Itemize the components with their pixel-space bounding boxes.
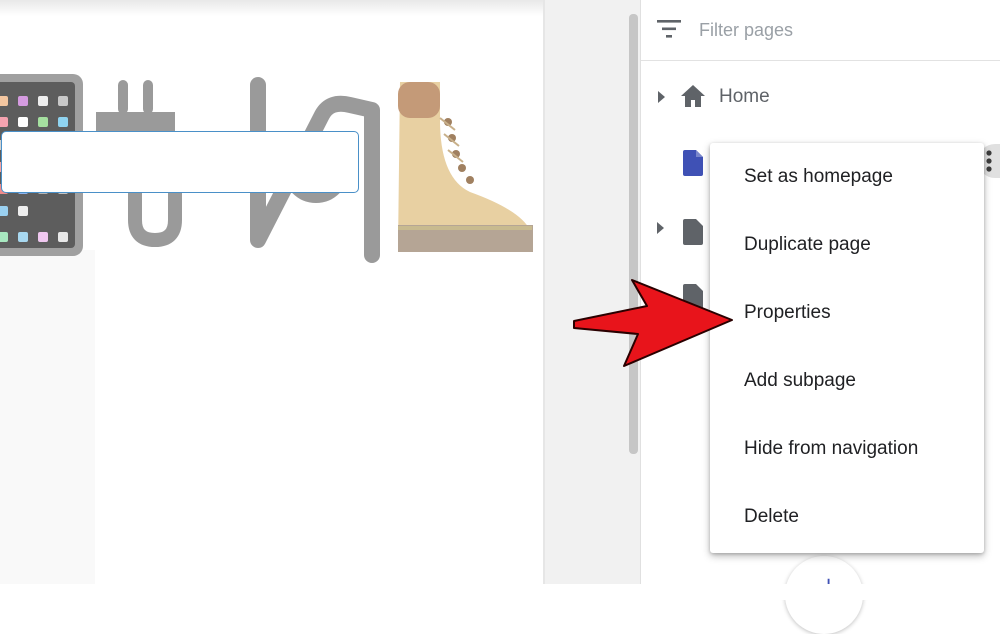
canvas-top-shadow [0, 0, 543, 16]
page-item-label-home[interactable]: Home [719, 86, 770, 108]
page-context-menu: Set as homepage Duplicate page Propertie… [710, 143, 984, 553]
menu-item-properties[interactable]: Properties [710, 279, 984, 347]
filter-icon[interactable] [657, 18, 683, 40]
expand-arrow-icon[interactable] [657, 222, 664, 234]
menu-item-set-as-homepage[interactable]: Set as homepage [710, 143, 984, 211]
page-icon [683, 150, 703, 176]
filter-bar [641, 0, 1000, 61]
menu-item-hide-from-navigation[interactable]: Hide from navigation [710, 415, 984, 483]
bottom-edge [0, 584, 1000, 600]
red-arrow-annotation [573, 279, 733, 367]
canvas-side-strip [0, 250, 95, 600]
page-icon [683, 219, 703, 245]
menu-item-add-subpage[interactable]: Add subpage [710, 347, 984, 415]
filter-pages-input[interactable] [699, 16, 979, 44]
more-vert-icon [986, 150, 992, 172]
menu-item-delete[interactable]: Delete [710, 483, 984, 551]
boot-icon [398, 82, 533, 252]
page-item-selected[interactable] [1, 131, 359, 193]
home-icon [681, 85, 705, 107]
expand-arrow-icon[interactable] [658, 91, 665, 103]
scrollbar-thumb[interactable] [629, 14, 638, 454]
editor-canvas [0, 0, 543, 600]
menu-item-duplicate-page[interactable]: Duplicate page [710, 211, 984, 279]
